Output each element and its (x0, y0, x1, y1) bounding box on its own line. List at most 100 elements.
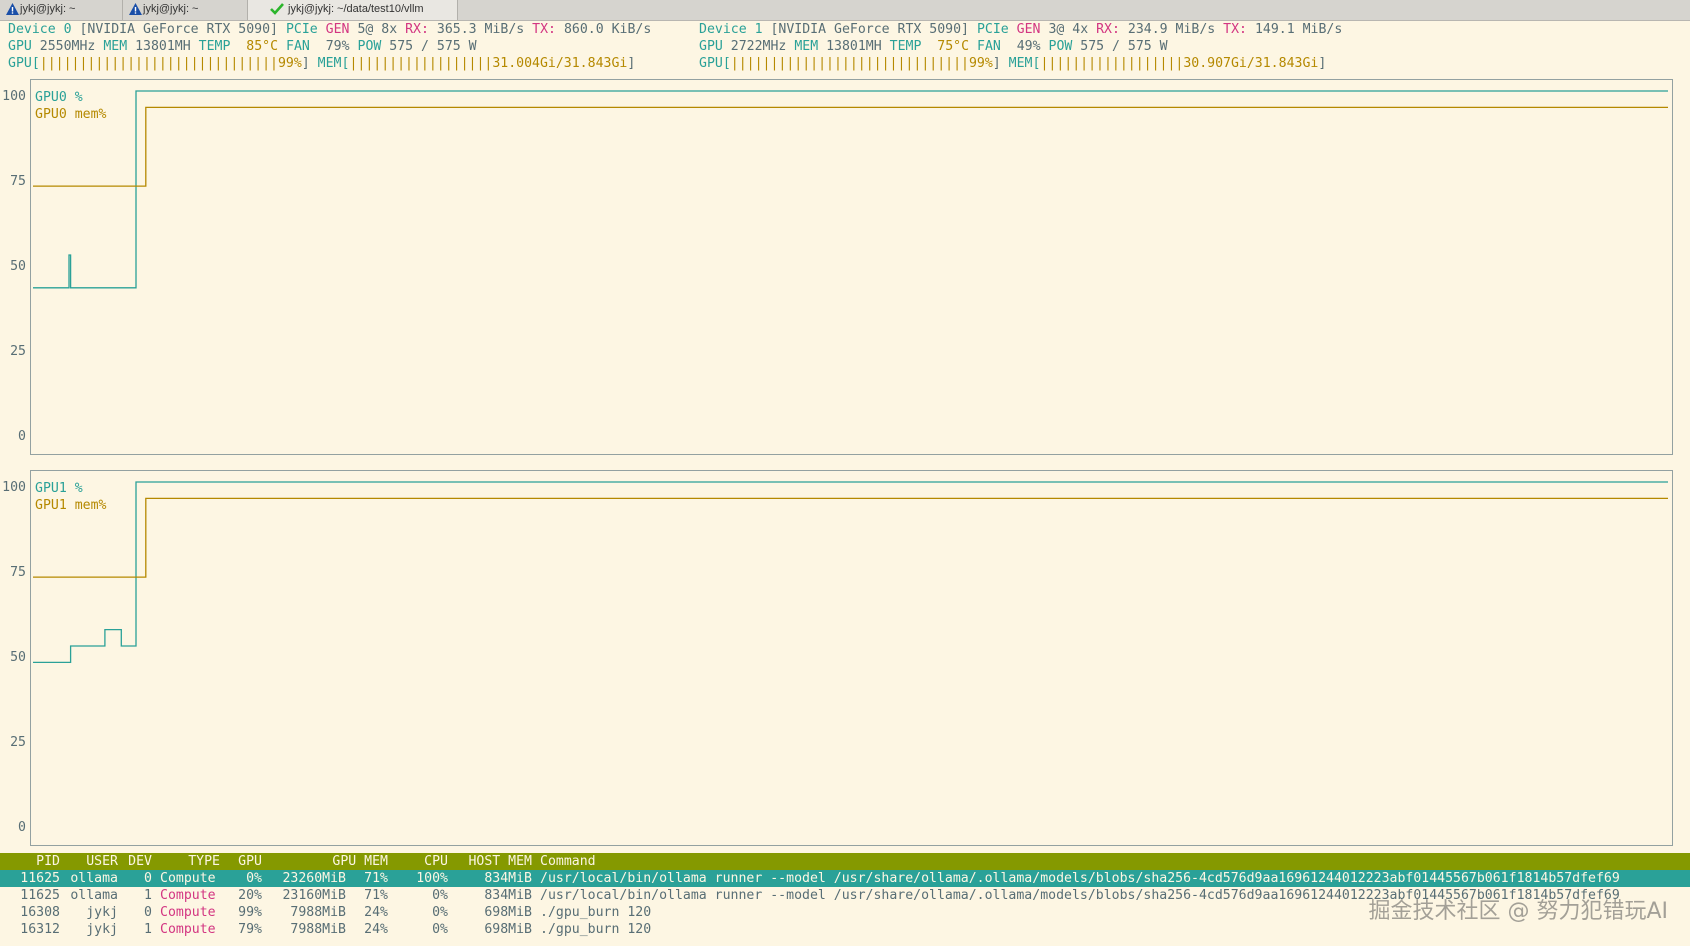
pid-cell: 16312 (20, 922, 60, 937)
mem-clock-label: MEM (794, 39, 819, 54)
dev-cell: 0 (144, 871, 152, 886)
tab-3[interactable]: jykj@jykj: ~/data/test10/vllm (248, 0, 458, 20)
cpu-cell: 0% (432, 922, 448, 937)
y-tick-label: 50 (10, 650, 26, 665)
gpu-mem-pct-cell: 71% (364, 888, 388, 903)
mem-clock: 13801MH (135, 39, 191, 54)
fan-label: FAN (977, 39, 1001, 54)
command-cell: ./gpu_burn 120 (540, 905, 652, 920)
gpu-mem-line (33, 497, 1668, 578)
mem-bar-label: MEM[ (317, 56, 350, 71)
gpu-mem-pct-cell: 24% (364, 922, 388, 937)
temp-value: 85°C (246, 39, 279, 54)
fan-label: FAN (286, 39, 310, 54)
gpu-mem-pct-cell: 71% (364, 871, 388, 886)
rx-label: RX: (405, 22, 429, 37)
type-cell: Compute (160, 905, 216, 920)
gpu-mem-cell: 23260MiB (282, 871, 346, 886)
y-tick-label: 75 (10, 565, 26, 580)
warning-icon (6, 3, 19, 22)
y-tick-label: 75 (10, 174, 26, 189)
y-tick-label: 50 (10, 259, 26, 274)
cpu-cell: 0% (432, 888, 448, 903)
rx-label: RX: (1096, 22, 1120, 37)
gpu-clock: 2550MHz (39, 39, 96, 54)
device-name: [NVIDIA GeForce RTX 5090] (79, 22, 278, 37)
pid-cell: 11625 (20, 888, 60, 903)
tab-1[interactable]: jykj@jykj: ~ (0, 0, 123, 20)
user-cell: jykj (86, 922, 118, 937)
user-cell: jykj (86, 905, 118, 920)
watermark: 掘金技术社区 @ 努力犯错玩AI (1368, 899, 1668, 924)
device-name: [NVIDIA GeForce RTX 5090] (770, 22, 969, 37)
col-header-gpu-mem[interactable]: GPU MEM (318, 853, 388, 870)
tx-value: 860.0 KiB/s (563, 22, 652, 37)
tab-2[interactable]: jykj@jykj: ~ (123, 0, 248, 20)
user-cell: ollama (70, 871, 118, 886)
mem-clock-label: MEM (103, 39, 128, 54)
temp-label: TEMP (889, 39, 922, 54)
legend-gpu1-util: GPU1 % (35, 481, 83, 496)
cpu-cell: 0% (432, 905, 448, 920)
pow-label: POW (357, 39, 382, 54)
dev-cell: 1 (144, 888, 152, 903)
gpu1-chart: GPU1 % GPU1 mem% (30, 470, 1673, 846)
gpu-bar-label: GPU[ (8, 56, 40, 71)
pow-label: POW (1048, 39, 1073, 54)
legend-gpu0-mem: GPU0 mem% (35, 107, 107, 122)
col-header-host-mem[interactable]: HOST MEM (460, 853, 532, 870)
y-tick-label: 25 (10, 344, 26, 359)
fan-value: 79% (325, 39, 350, 54)
pow-value: 575 / 575 W (389, 39, 477, 54)
type-cell: Compute (160, 922, 216, 937)
device-bar-line: GPU[||||||||||||||||||||||||||||||99%] M… (8, 56, 636, 71)
device-stats-line: GPU 2722MHz MEM 13801MH TEMP 75°C FAN 49… (699, 38, 1168, 55)
mem-clock: 13801MH (826, 39, 882, 54)
gpu-mem-pct-cell: 24% (364, 905, 388, 920)
tab-label: jykj@jykj: ~ (143, 3, 199, 15)
mem-usage-bar: ||||||||||||||||||30.907Gi/31.843Gi (1040, 56, 1319, 71)
gpu-util-line (33, 481, 1668, 664)
type-cell: Compute (160, 888, 216, 903)
host-mem-cell: 834MiB (484, 871, 532, 886)
device-label: Device 0 (8, 22, 72, 37)
pcie-label: PCIe (976, 22, 1009, 37)
gen-value: 5@ 8x (357, 22, 398, 37)
gpu-bar-label: GPU[ (699, 56, 731, 71)
gpu-clock: 2722MHz (730, 39, 787, 54)
pow-value: 575 / 575 W (1080, 39, 1168, 54)
gpu-cell: 20% (238, 888, 262, 903)
col-header-command[interactable]: Command (540, 853, 596, 870)
dev-cell: 1 (144, 922, 152, 937)
col-header-pid[interactable]: PID (30, 853, 60, 870)
col-header-user[interactable]: USER (76, 853, 118, 870)
tx-value: 149.1 MiB/s (1254, 22, 1343, 37)
col-header-dev[interactable]: DEV (126, 853, 152, 870)
tx-label: TX: (532, 22, 556, 37)
process-row[interactable]: 11625 ollama 0 Compute 0% 23260MiB 71% 1… (0, 870, 1690, 887)
col-header-type[interactable]: TYPE (180, 853, 220, 870)
type-cell: Compute (160, 871, 216, 886)
process-table-header: PID USER DEV TYPE GPU GPU MEM CPU HOST M… (0, 853, 1690, 870)
gpu0-plot (33, 90, 1668, 289)
pid-cell: 11625 (20, 871, 60, 886)
host-mem-cell: 698MiB (484, 905, 532, 920)
tx-label: TX: (1223, 22, 1247, 37)
checkmark-icon (270, 3, 284, 22)
gpu-cell: 79% (238, 922, 262, 937)
col-header-cpu[interactable]: CPU (416, 853, 448, 870)
mem-bar-label: MEM[ (1008, 56, 1041, 71)
col-header-gpu[interactable]: GPU (232, 853, 262, 870)
gpu-usage-bar: ||||||||||||||||||||||||||||||99% (39, 56, 302, 71)
tab-label: jykj@jykj: ~/data/test10/vllm (288, 3, 424, 15)
command-cell: /usr/local/bin/ollama runner --model /us… (540, 871, 1620, 886)
pid-cell: 16308 (20, 905, 60, 920)
legend-gpu1-mem: GPU1 mem% (35, 498, 107, 513)
command-cell: ./gpu_burn 120 (540, 922, 652, 937)
y-tick-label: 0 (18, 820, 26, 835)
warning-icon (129, 3, 142, 22)
mem-usage-bar: ||||||||||||||||||31.004Gi/31.843Gi (349, 56, 628, 71)
gpu1-plot (33, 481, 1668, 664)
y-tick-label: 100 (2, 89, 26, 104)
gen-label: GEN (325, 22, 350, 37)
